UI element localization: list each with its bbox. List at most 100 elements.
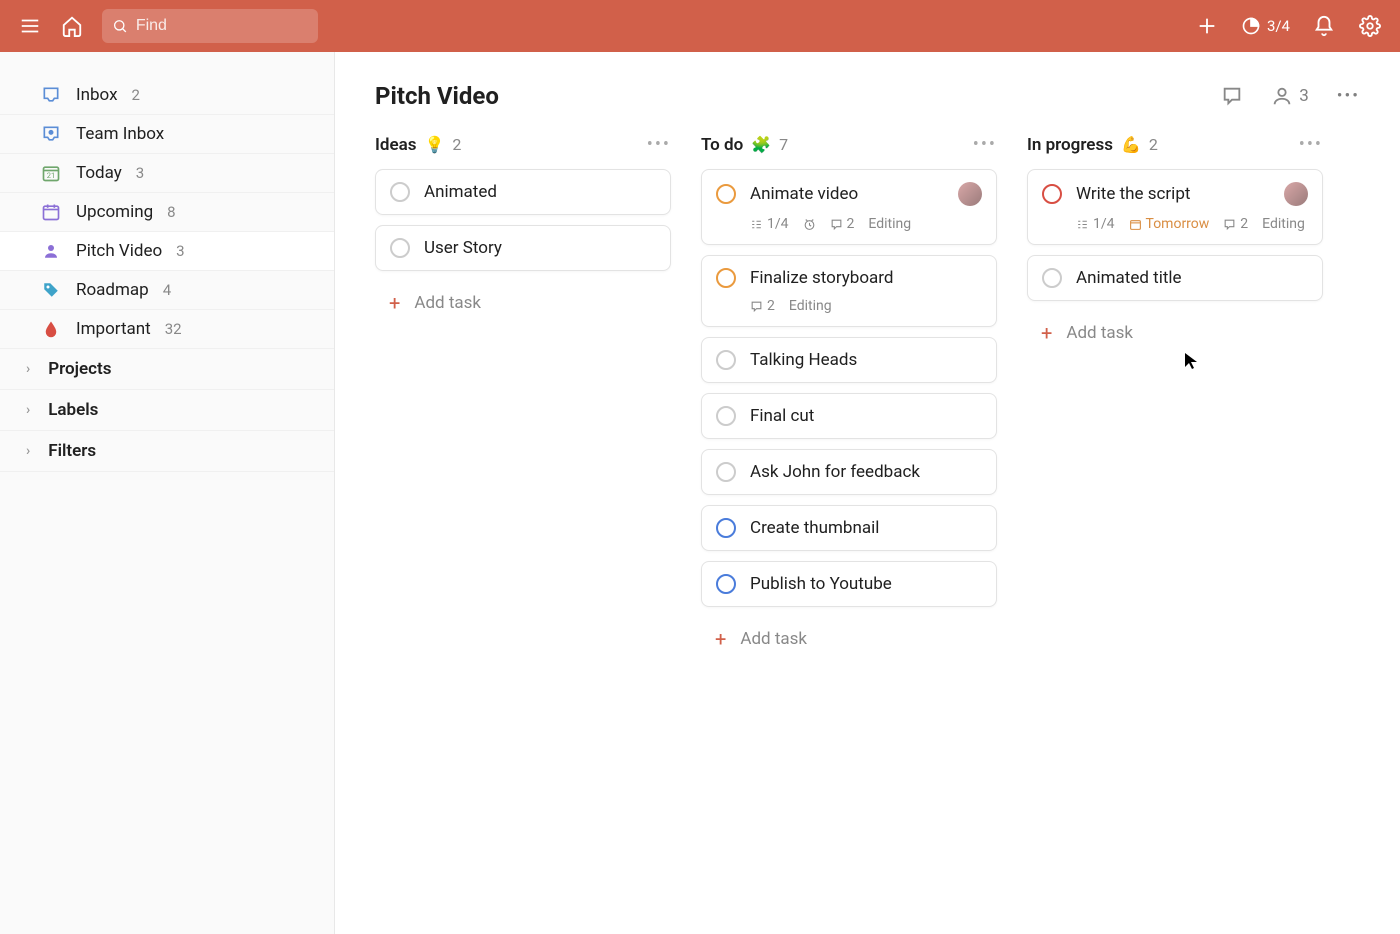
sidebar-section-projects[interactable]: › Projects [0, 349, 334, 390]
plus-icon: + [715, 627, 726, 651]
comment-count: 2 [1223, 216, 1248, 232]
task-card[interactable]: Animated [375, 169, 671, 215]
task-title: Finalize storyboard [750, 268, 982, 288]
topbar-left [18, 9, 318, 43]
column-emoji-icon: 🧩 [751, 135, 771, 154]
sidebar-item-label: Important [76, 319, 151, 339]
sidebar-item-label: Upcoming [76, 202, 153, 222]
task-checkbox[interactable] [390, 238, 410, 258]
task-card[interactable]: Publish to Youtube [701, 561, 997, 607]
column-header: Ideas 💡 2 ••• [375, 134, 671, 155]
task-checkbox[interactable] [716, 350, 736, 370]
top-bar: 3/4 [0, 0, 1400, 52]
card-meta: 1/4Tomorrow2Editing [1042, 216, 1308, 232]
task-card[interactable]: Animated title [1027, 255, 1323, 301]
task-title: Publish to Youtube [750, 574, 982, 594]
comment-icon [830, 218, 843, 231]
column-more-icon[interactable]: ••• [647, 134, 671, 155]
card-top: Final cut [716, 406, 982, 426]
sidebar-item-inbox[interactable]: Inbox 2 [0, 76, 334, 115]
sidebar-item-label: Inbox [76, 85, 118, 105]
task-title: Animated title [1076, 268, 1308, 288]
today-icon: 21 [40, 162, 62, 184]
team-inbox-icon [40, 123, 62, 145]
column-more-icon[interactable]: ••• [1299, 134, 1323, 155]
comments-button[interactable] [1221, 85, 1243, 107]
task-status: Editing [868, 216, 911, 232]
board: Pitch Video 3 ••• Ideas 💡 2 ••• Animated [335, 52, 1400, 934]
gear-icon[interactable] [1358, 14, 1382, 38]
comment-icon [1223, 218, 1236, 231]
sidebar-item-roadmap[interactable]: Roadmap 4 [0, 271, 334, 310]
subtask-icon [750, 218, 763, 231]
karma-indicator[interactable]: 3/4 [1241, 16, 1290, 36]
card-top: Create thumbnail [716, 518, 982, 538]
card-top: Finalize storyboard [716, 268, 982, 288]
task-checkbox[interactable] [716, 268, 736, 288]
sidebar-item-label: Pitch Video [76, 241, 162, 261]
share-count: 3 [1299, 86, 1309, 106]
menu-icon[interactable] [18, 14, 42, 38]
chevron-right-icon: › [26, 443, 30, 459]
task-title: Animate video [750, 184, 944, 204]
task-title: Create thumbnail [750, 518, 982, 538]
sidebar-section-filters[interactable]: › Filters [0, 431, 334, 472]
task-title: Final cut [750, 406, 982, 426]
task-card[interactable]: Finalize storyboard 2Editing [701, 255, 997, 327]
search-input[interactable] [136, 17, 308, 35]
card-top: Write the script [1042, 182, 1308, 206]
task-card[interactable]: User Story [375, 225, 671, 271]
task-checkbox[interactable] [716, 574, 736, 594]
board-header: Pitch Video 3 ••• [375, 82, 1360, 110]
sidebar-section-label: Projects [48, 359, 111, 379]
comment-icon [750, 300, 763, 313]
task-card[interactable]: Ask John for feedback [701, 449, 997, 495]
sidebar-item-upcoming[interactable]: Upcoming 8 [0, 193, 334, 232]
column-title: Ideas [375, 135, 416, 155]
add-task-button[interactable]: +Add task [1027, 311, 1323, 355]
task-checkbox[interactable] [716, 184, 736, 204]
add-task-label: Add task [1066, 323, 1133, 343]
task-checkbox[interactable] [716, 462, 736, 482]
svg-text:21: 21 [47, 171, 55, 180]
sidebar-item-today[interactable]: 21 Today 3 [0, 154, 334, 193]
subtask-icon [1076, 218, 1089, 231]
assignee-avatar [1284, 182, 1308, 206]
chevron-right-icon: › [26, 361, 30, 377]
sidebar: Inbox 2 Team Inbox 21 Today 3 Upcoming 8… [0, 52, 335, 934]
column-count: 7 [779, 135, 788, 154]
column-more-icon[interactable]: ••• [973, 134, 997, 155]
chevron-right-icon: › [26, 402, 30, 418]
sidebar-section-label: Filters [48, 441, 96, 461]
task-card[interactable]: Create thumbnail [701, 505, 997, 551]
task-checkbox[interactable] [390, 182, 410, 202]
board-more-icon[interactable]: ••• [1337, 86, 1360, 106]
add-task-button[interactable]: +Add task [375, 281, 671, 325]
task-status: Editing [789, 298, 832, 314]
sidebar-item-count: 3 [136, 164, 144, 182]
share-button[interactable]: 3 [1271, 85, 1309, 107]
search-box[interactable] [102, 9, 318, 43]
card-top: Animated title [1042, 268, 1308, 288]
task-checkbox[interactable] [1042, 184, 1062, 204]
karma-count: 3/4 [1267, 17, 1290, 35]
add-task-label: Add task [414, 293, 481, 313]
task-checkbox[interactable] [1042, 268, 1062, 288]
add-task-button[interactable]: +Add task [701, 617, 997, 661]
task-card[interactable]: Final cut [701, 393, 997, 439]
sidebar-item-pitch-video[interactable]: Pitch Video 3 [0, 232, 334, 271]
bell-icon[interactable] [1312, 14, 1336, 38]
task-card[interactable]: Animate video 1/42Editing [701, 169, 997, 245]
task-card[interactable]: Write the script 1/4Tomorrow2Editing [1027, 169, 1323, 245]
task-card[interactable]: Talking Heads [701, 337, 997, 383]
column-title: In progress [1027, 135, 1113, 155]
column-emoji-icon: 💡 [424, 135, 444, 154]
add-icon[interactable] [1195, 14, 1219, 38]
home-icon[interactable] [60, 14, 84, 38]
task-checkbox[interactable] [716, 518, 736, 538]
sidebar-item-team-inbox[interactable]: Team Inbox [0, 115, 334, 154]
card-top: Publish to Youtube [716, 574, 982, 594]
task-checkbox[interactable] [716, 406, 736, 426]
sidebar-section-labels[interactable]: ›Labels [0, 390, 334, 431]
sidebar-item-important[interactable]: Important 32 [0, 310, 334, 349]
